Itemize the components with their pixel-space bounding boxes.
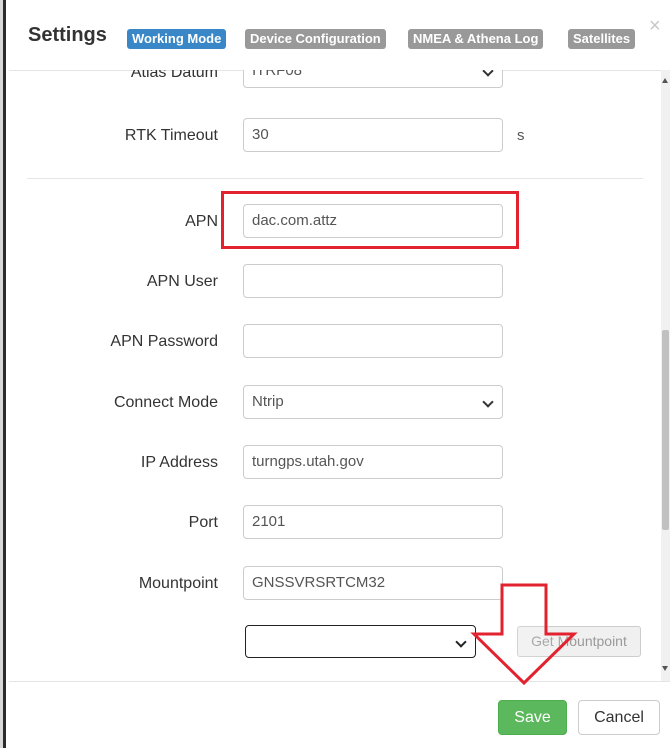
cancel-button[interactable]: Cancel <box>578 700 660 735</box>
apn-password-label: APN Password <box>110 333 218 350</box>
chevron-down-icon <box>482 70 494 77</box>
chevron-down-icon <box>482 396 494 408</box>
connect-mode-label: Connect Mode <box>113 394 218 411</box>
tab-device-configuration[interactable]: Device Configuration <box>245 29 386 49</box>
mountpoint-label: Mountpoint <box>138 575 218 592</box>
scroll-down-icon[interactable] <box>662 666 668 671</box>
atlas-datum-select[interactable]: ITRF08 <box>243 70 503 88</box>
apn-password-input[interactable] <box>243 324 503 358</box>
ip-address-label: IP Address <box>140 454 218 471</box>
tab-working-mode[interactable]: Working Mode <box>127 29 227 49</box>
modal-body: Atlas Datum ITRF08 RTK Timeout 30 s APN … <box>9 70 670 681</box>
chevron-down-icon <box>455 636 467 648</box>
ip-address-input[interactable]: turngps.utah.gov <box>243 445 503 479</box>
connect-mode-value: Ntrip <box>252 393 284 410</box>
modal-title: Settings <box>28 24 107 46</box>
scrollbar[interactable] <box>661 70 670 681</box>
apn-user-label: APN User <box>146 273 218 290</box>
connect-mode-select[interactable]: Ntrip <box>243 385 503 419</box>
settings-modal: Settings Working Mode Device Configurati… <box>9 0 670 749</box>
rtk-timeout-label: RTK Timeout <box>124 127 218 144</box>
get-mountpoint-button[interactable]: Get Mountpoint <box>517 626 641 657</box>
atlas-datum-value: ITRF08 <box>252 70 303 79</box>
apn-label: APN <box>185 213 218 230</box>
port-label: Port <box>188 514 218 531</box>
mountpoint-select[interactable] <box>245 625 476 658</box>
port-input[interactable]: 2101 <box>243 505 503 539</box>
tab-satellites[interactable]: Satellites <box>568 29 636 49</box>
apn-user-input[interactable] <box>243 264 503 298</box>
scroll-up-icon[interactable] <box>662 78 668 83</box>
annotation-highlight-box <box>221 191 519 249</box>
mountpoint-input[interactable]: GNSSVRSRTCM32 <box>243 566 503 600</box>
background-window-edge <box>0 0 6 748</box>
modal-header: Settings Working Mode Device Configurati… <box>9 0 670 71</box>
atlas-datum-label: Atlas Datum <box>130 70 218 81</box>
section-divider <box>27 178 643 179</box>
modal-footer: Save Cancel <box>9 681 670 749</box>
close-icon[interactable]: × <box>649 16 661 36</box>
rtk-timeout-input[interactable]: 30 <box>243 118 503 152</box>
scrollbar-thumb[interactable] <box>662 330 669 530</box>
tab-nmea-athena-log[interactable]: NMEA & Athena Log <box>408 29 544 49</box>
save-button[interactable]: Save <box>498 700 567 735</box>
rtk-timeout-unit: s <box>517 127 525 144</box>
